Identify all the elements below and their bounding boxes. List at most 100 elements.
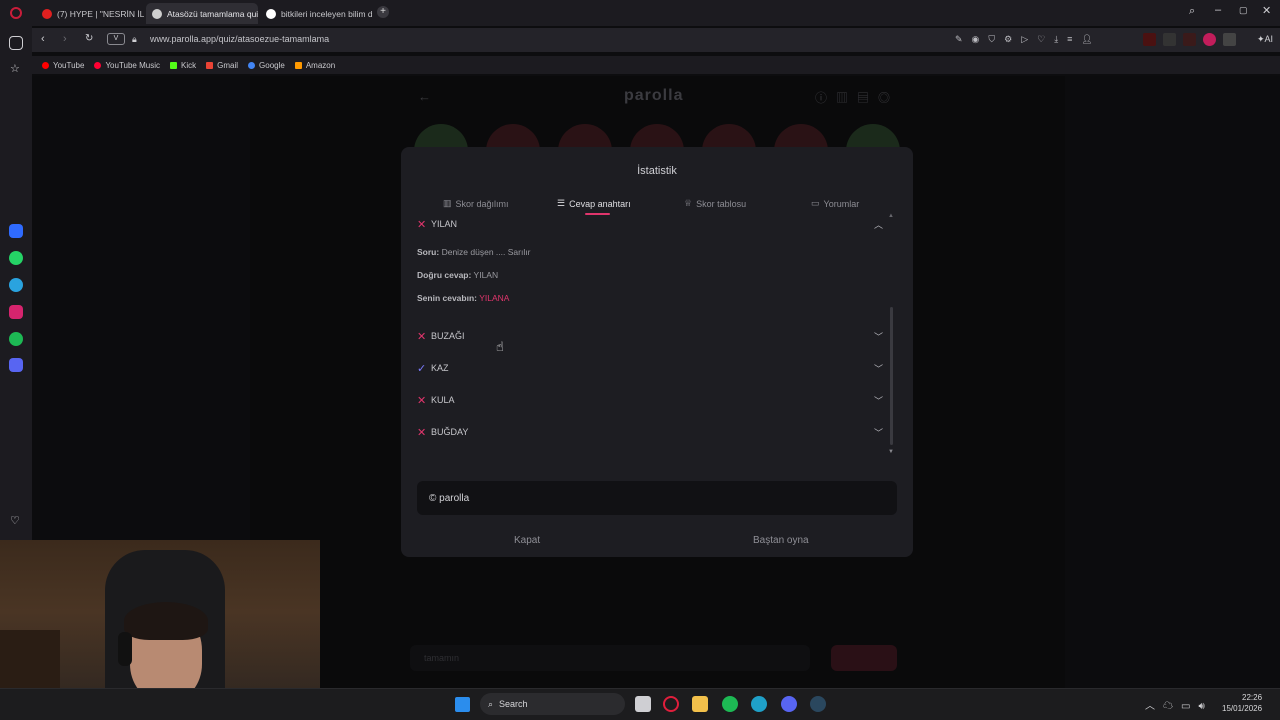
extension-icons[interactable] <box>1143 33 1236 46</box>
share-box[interactable]: © parolla <box>417 481 897 515</box>
heart-icon[interactable]: ♡ <box>10 514 20 527</box>
answer-row[interactable]: ✓ KAZ ﹀ <box>417 360 883 376</box>
wrong-icon: ✕ <box>417 426 427 439</box>
scrollbar-thumb[interactable] <box>890 307 893 445</box>
question-label: Soru: <box>417 247 440 257</box>
scroll-up-icon[interactable]: ▲ <box>888 213 894 219</box>
close-window-icon[interactable]: ✕ <box>1262 4 1271 17</box>
tab-title: Atasözü tamamlama quiz <box>167 8 258 19</box>
discord-icon[interactable] <box>781 696 797 712</box>
chevron-up-icon[interactable]: ︿ <box>874 218 883 231</box>
chevron-down-icon[interactable]: ﹀ <box>874 394 883 407</box>
browser-tab-2[interactable]: Atasözü tamamlama quiz <box>146 3 258 24</box>
kick-icon <box>170 61 177 69</box>
back-icon[interactable]: ‹ <box>41 33 45 45</box>
answer-word: KAZ <box>431 363 449 373</box>
back-arrow-icon[interactable]: ← <box>418 89 431 104</box>
send-button[interactable] <box>831 645 897 671</box>
tab-answer-key[interactable]: ☰ Cevap anahtarı <box>557 198 631 209</box>
opera-icon[interactable] <box>663 696 679 712</box>
instagram-icon[interactable] <box>9 305 23 319</box>
scroll-down-icon[interactable]: ▼ <box>888 449 894 455</box>
search-tabs-icon[interactable]: ⌕ <box>1189 5 1195 18</box>
google-icon <box>248 61 256 69</box>
windows-start-icon[interactable] <box>455 697 470 712</box>
comment-icon: ▭ <box>811 198 820 208</box>
bookmark-gmail[interactable]: Gmail <box>206 61 238 70</box>
messenger-icon[interactable] <box>9 224 23 238</box>
restart-button[interactable]: Baştan oyna <box>753 535 809 546</box>
bookmark-kick[interactable]: Kick <box>170 61 196 70</box>
player-icon[interactable] <box>9 358 23 372</box>
answer-row[interactable]: ✕ KULA ﹀ <box>417 392 883 408</box>
star-icon[interactable]: ☆ <box>10 62 20 75</box>
answer-input[interactable]: tamamın <box>410 645 810 671</box>
bookmark-label: YouTube <box>53 60 85 70</box>
extension-1-icon[interactable] <box>1143 33 1156 46</box>
chevron-down-icon[interactable]: ﹀ <box>874 362 883 375</box>
bookmark-youtube[interactable]: YouTube <box>42 61 84 70</box>
close-button[interactable]: Kapat <box>514 535 540 546</box>
answer-row[interactable]: ✕ BUĞDAY ﹀ <box>417 424 883 440</box>
spotify-icon[interactable] <box>9 332 23 346</box>
share-text: © parolla <box>429 492 470 504</box>
gmail-icon <box>206 61 214 69</box>
extension-4-icon[interactable] <box>1203 33 1216 46</box>
bookmark-label: Google <box>259 60 285 70</box>
bookmark-amazon[interactable]: Amazon <box>294 60 336 70</box>
wrong-icon: ✕ <box>417 218 427 231</box>
site-logo[interactable]: parolla <box>624 87 683 105</box>
edge-icon[interactable] <box>751 696 767 712</box>
bookmark-label: Amazon <box>305 60 336 70</box>
tab-comments[interactable]: ▭ Yorumlar <box>811 198 859 209</box>
lock-icon: 🔒︎ <box>132 34 137 44</box>
bookmarks-bar: YouTube YouTube Music Kick Gmail Google … <box>32 56 1280 74</box>
extension-3-icon[interactable] <box>1183 33 1196 46</box>
file-explorer-icon[interactable] <box>692 696 708 712</box>
vpn-badge-icon[interactable]: V <box>107 33 125 45</box>
bookmark-google[interactable]: Google <box>248 61 285 70</box>
answer-input-placeholder: tamamın <box>424 653 460 663</box>
tab-score-distribution[interactable]: ▥ Skor dağılımı <box>443 198 509 209</box>
ai-button[interactable]: ✦AI <box>1257 34 1273 45</box>
steam-icon[interactable] <box>810 696 826 712</box>
tab-label: Skor dağılımı <box>455 198 509 209</box>
tab-label: Skor tablosu <box>696 198 747 209</box>
list-check-icon: ☰ <box>557 198 566 208</box>
youtube-favicon-icon <box>42 8 52 19</box>
extension-5-icon[interactable] <box>1223 33 1236 46</box>
spotify-taskbar-icon[interactable] <box>722 696 738 712</box>
whatsapp-icon[interactable] <box>9 251 23 265</box>
correct-answer-label: Doğru cevap: <box>417 270 472 280</box>
minimize-icon[interactable]: – <box>1215 4 1221 16</box>
bookmark-youtube-music[interactable]: YouTube Music <box>94 61 160 70</box>
maximize-icon[interactable]: ▢ <box>1239 5 1248 16</box>
task-view-icon[interactable] <box>635 696 651 712</box>
browser-sidebar: ☆ ♡ <box>0 26 32 540</box>
check-icon: ✓ <box>417 362 427 375</box>
browser-tab-1[interactable]: (7) HYPE | "NESRİN İLE PA <box>36 3 144 24</box>
taskbar-search[interactable]: ⌕ Search <box>480 693 625 715</box>
chevron-down-icon[interactable]: ﹀ <box>874 330 883 343</box>
extension-2-icon[interactable] <box>1163 33 1176 46</box>
home-icon[interactable] <box>9 36 23 50</box>
chevron-down-icon[interactable]: ﹀ <box>874 426 883 439</box>
bookmark-label: YouTube Music <box>105 60 160 70</box>
reload-icon[interactable]: ↻ <box>85 33 93 44</box>
clock[interactable]: 22:26 15/01/2026 <box>1222 692 1262 714</box>
forward-icon[interactable]: › <box>63 33 67 45</box>
system-tray-icons[interactable]: ︿☁▭🔊︎ <box>1145 697 1213 712</box>
telegram-icon[interactable] <box>9 278 23 292</box>
statistics-modal: İstatistik ▥ Skor dağılımı ☰ Cevap anaht… <box>401 147 913 557</box>
answer-row[interactable]: ✕ BUZAĞI ﹀ <box>417 328 883 344</box>
new-tab-icon[interactable]: + <box>377 6 389 18</box>
tab-leaderboard[interactable]: ♕ Skor tablosu <box>684 198 746 209</box>
answer-row-expanded[interactable]: ✕ YILAN ︿ <box>417 216 883 232</box>
tab-label: Yorumlar <box>823 198 860 209</box>
trophy-icon: ♕ <box>684 198 693 208</box>
opera-logo-icon[interactable] <box>10 7 22 19</box>
correct-answer-text: YILAN <box>473 270 499 280</box>
header-icons[interactable]: ⓘ▥▤◎ <box>815 89 899 106</box>
browser-tab-3[interactable]: bitkileri inceleyen bilim da <box>260 3 372 24</box>
url-field[interactable]: www.parolla.app/quiz/atasoezue-tamamlama <box>150 34 329 44</box>
